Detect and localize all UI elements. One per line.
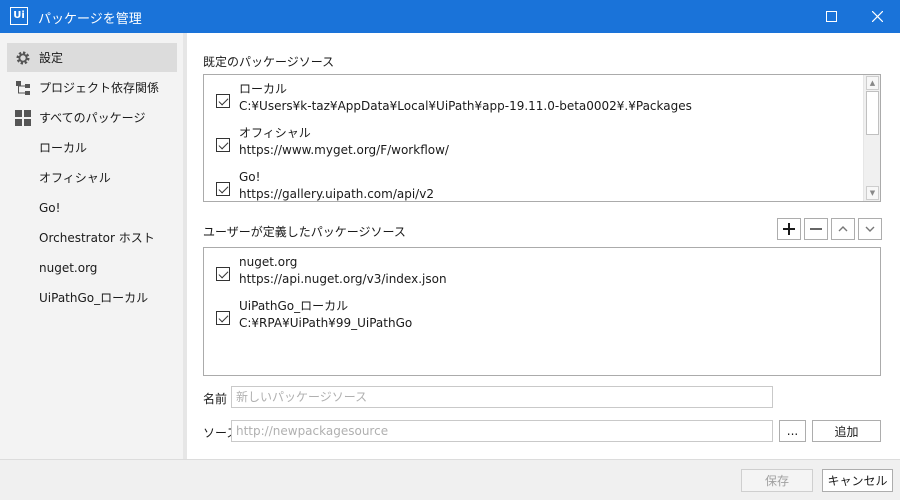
source-input[interactable] [231, 420, 773, 442]
list-item: nuget.org https://api.nuget.org/v3/index… [216, 254, 447, 288]
list-item: UiPathGo_ローカル C:¥RPA¥UiPath¥99_UiPathGo [216, 298, 412, 332]
tree-icon [7, 73, 39, 102]
sidebar-splitter[interactable] [183, 33, 187, 459]
maximize-icon [825, 11, 837, 22]
browse-button[interactable]: ... [779, 420, 806, 442]
remove-source-button[interactable] [804, 218, 828, 240]
close-icon [871, 11, 883, 22]
scroll-down-icon[interactable]: ▼ [866, 186, 879, 200]
sidebar-item-nuget-org[interactable]: nuget.org [7, 253, 177, 282]
source-url: https://gallery.uipath.com/api/v2 [239, 187, 434, 201]
add-source-button[interactable] [777, 218, 801, 240]
name-input[interactable] [231, 386, 773, 408]
uipath-logo: Ui [10, 7, 28, 25]
sidebar-item-label: 設定 [39, 51, 64, 65]
chevron-up-icon [838, 226, 848, 232]
source-checkbox[interactable] [216, 311, 230, 325]
maximize-button[interactable] [808, 0, 854, 33]
list-item: ローカル C:¥Users¥k-taz¥AppData¥Local¥UiPath… [216, 81, 692, 115]
gear-icon [7, 43, 39, 72]
close-button[interactable] [854, 0, 900, 33]
sidebar-item-label: プロジェクト依存関係 [39, 81, 160, 95]
user-sources-heading: ユーザーが定義したパッケージソース [203, 225, 406, 239]
source-url: https://www.myget.org/F/workflow/ [239, 143, 449, 157]
sidebar-item-local[interactable]: ローカル [7, 133, 177, 162]
list-item: オフィシャル https://www.myget.org/F/workflow/ [216, 125, 449, 159]
sidebar: 設定 プロジェクト依存関係 すべてのパッケージ ローカル オフィシャル Go! … [0, 33, 183, 459]
sidebar-item-uipathgo-local[interactable]: UiPathGo_ローカル [7, 283, 177, 312]
sidebar-item-label: オフィシャル [39, 171, 111, 185]
footer: 保存 キャンセル [0, 459, 900, 500]
user-sources-list: nuget.org https://api.nuget.org/v3/index… [203, 247, 881, 376]
sidebar-item-official[interactable]: オフィシャル [7, 163, 177, 192]
sidebar-item-label: ローカル [39, 141, 88, 155]
move-down-button[interactable] [858, 218, 882, 240]
move-up-button[interactable] [831, 218, 855, 240]
sidebar-item-label: Go! [39, 200, 61, 215]
scroll-up-icon[interactable]: ▲ [866, 76, 879, 90]
sidebar-item-orchestrator-host[interactable]: Orchestrator ホスト [7, 223, 177, 252]
sidebar-item-go[interactable]: Go! [7, 193, 177, 222]
plus-icon [783, 223, 795, 235]
sidebar-item-label: nuget.org [39, 260, 98, 275]
source-url: C:¥Users¥k-taz¥AppData¥Local¥UiPath¥app-… [239, 99, 692, 113]
default-sources-list: ローカル C:¥Users¥k-taz¥AppData¥Local¥UiPath… [203, 74, 881, 202]
source-url: https://api.nuget.org/v3/index.json [239, 272, 447, 286]
source-name: ローカル [239, 82, 288, 96]
vertical-scrollbar[interactable]: ▲ ▼ [863, 75, 880, 201]
source-checkbox[interactable] [216, 94, 230, 108]
source-checkbox[interactable] [216, 267, 230, 281]
add-button[interactable]: 追加 [812, 420, 881, 442]
source-name: オフィシャル [239, 126, 311, 140]
source-name: Go! [239, 170, 261, 184]
sidebar-item-all-packages[interactable]: すべてのパッケージ [7, 103, 177, 132]
window-title: パッケージを管理 [38, 12, 142, 27]
source-name: UiPathGo_ローカル [239, 299, 349, 313]
default-sources-heading: 既定のパッケージソース [203, 55, 335, 69]
list-item: Go! https://gallery.uipath.com/api/v2 [216, 169, 434, 203]
sidebar-item-label: UiPathGo_ローカル [39, 291, 149, 305]
sidebar-item-label: Orchestrator ホスト [39, 231, 155, 245]
save-button[interactable]: 保存 [741, 469, 813, 492]
title-bar: Ui パッケージを管理 [0, 0, 900, 33]
cancel-button[interactable]: キャンセル [822, 469, 893, 492]
name-label: 名前 [203, 392, 228, 406]
sidebar-item-settings[interactable]: 設定 [7, 43, 177, 72]
source-url: C:¥RPA¥UiPath¥99_UiPathGo [239, 316, 413, 330]
chevron-down-icon [865, 226, 875, 232]
source-checkbox[interactable] [216, 138, 230, 152]
sidebar-item-project-dependencies[interactable]: プロジェクト依存関係 [7, 73, 177, 102]
sidebar-item-label: すべてのパッケージ [39, 111, 146, 125]
source-checkbox[interactable] [216, 182, 230, 196]
scroll-thumb[interactable] [866, 91, 879, 135]
grid-icon [7, 103, 39, 132]
source-name: nuget.org [239, 255, 298, 269]
minus-icon [810, 228, 822, 230]
